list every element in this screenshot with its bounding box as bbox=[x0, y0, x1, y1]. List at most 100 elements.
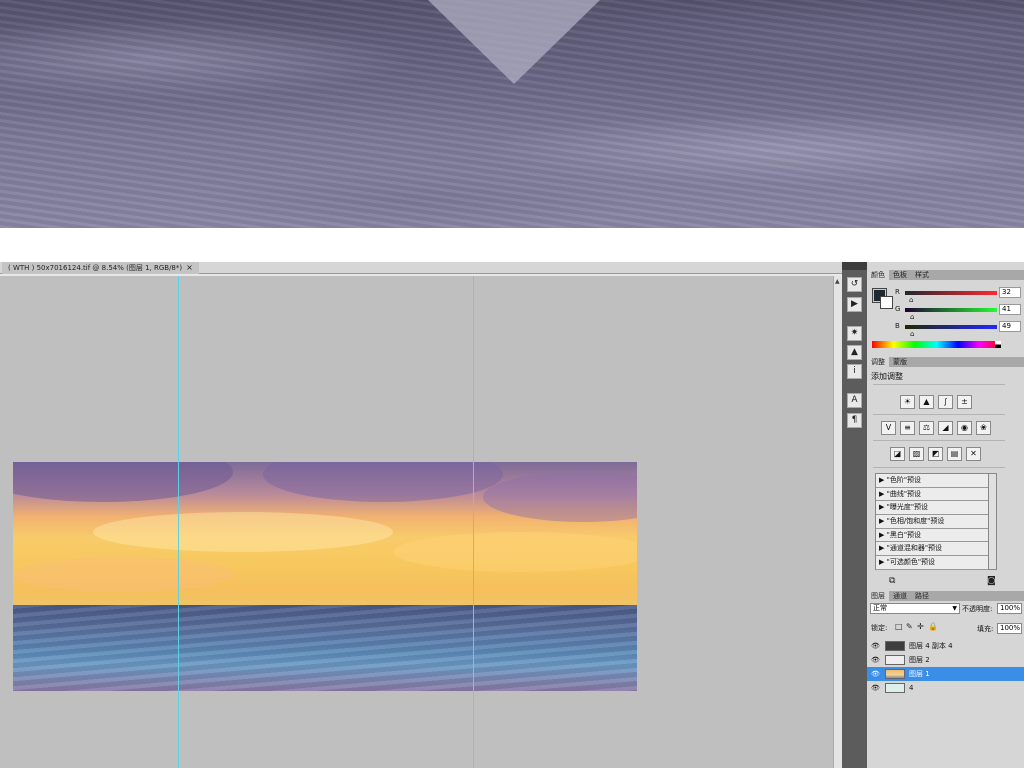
paragraph-icon[interactable]: ¶ bbox=[847, 413, 862, 428]
layer-name: 4 bbox=[909, 684, 914, 692]
preset-levels[interactable]: ▶ "色阶"预设 bbox=[876, 474, 988, 488]
fill-field[interactable]: 100% bbox=[997, 623, 1022, 634]
canvas-scrollbar[interactable]: ▲ bbox=[833, 276, 842, 768]
tab-color[interactable]: 颜色 bbox=[867, 270, 889, 280]
character-icon[interactable]: A bbox=[847, 393, 862, 408]
cloud-shape bbox=[263, 462, 503, 502]
blue-track[interactable] bbox=[905, 325, 997, 329]
close-icon[interactable]: × bbox=[186, 263, 193, 272]
right-panels: 颜色 色板 样式 R ⌂ 32 G ⌂ 41 B ⌂ 49 调整 蒙版 添加调整… bbox=[867, 262, 1024, 768]
green-track[interactable] bbox=[905, 308, 997, 312]
gradient-map-icon[interactable]: ▤ bbox=[947, 447, 962, 461]
document-tab[interactable]: ( WTH ) 50x7016124.tif @ 8.54% (图层 1, RG… bbox=[2, 262, 199, 274]
blue-value-field[interactable]: 49 bbox=[999, 321, 1021, 332]
vibrance-icon[interactable]: V bbox=[881, 421, 896, 435]
red-track[interactable] bbox=[905, 291, 997, 295]
black-white-icon[interactable]: ◢ bbox=[938, 421, 953, 435]
canvas-area[interactable] bbox=[0, 276, 833, 768]
guide-line[interactable] bbox=[473, 276, 474, 768]
lock-move-icon[interactable]: ✛ bbox=[917, 622, 924, 631]
selective-color-icon[interactable]: ✕ bbox=[966, 447, 981, 461]
green-label: G bbox=[895, 305, 901, 313]
lock-label: 锁定: bbox=[871, 624, 888, 632]
layer-row[interactable]: 👁 图层 2 bbox=[867, 653, 1024, 667]
tab-styles[interactable]: 样式 bbox=[911, 270, 933, 280]
layers-panel: 图层 通道 路径 正常 ▼ 不透明度: 100% 锁定: □ ✎ ✛ 🔒 填充:… bbox=[867, 591, 1024, 768]
opacity-field[interactable]: 100% bbox=[997, 603, 1022, 614]
slider-thumb-icon[interactable]: ⌂ bbox=[910, 330, 914, 338]
eye-icon[interactable]: 👁 bbox=[871, 667, 880, 681]
channel-mixer-icon[interactable]: ❀ bbox=[976, 421, 991, 435]
scroll-up-icon[interactable]: ▲ bbox=[835, 278, 840, 285]
preset-channel-mixer[interactable]: ▶ "通道混和器"预设 bbox=[876, 542, 988, 557]
green-value-field[interactable]: 41 bbox=[999, 304, 1021, 315]
exposure-icon[interactable]: ± bbox=[957, 395, 972, 409]
color-spectrum-bar[interactable] bbox=[872, 341, 1001, 348]
blend-mode-select[interactable]: 正常 ▼ bbox=[870, 603, 960, 614]
layer-row-selected[interactable]: 👁 图层 1 bbox=[867, 667, 1024, 681]
tab-layers[interactable]: 图层 bbox=[867, 591, 889, 601]
blue-slider[interactable]: B ⌂ 49 bbox=[895, 321, 1023, 338]
background-color-swatch[interactable] bbox=[880, 296, 893, 309]
layer-row[interactable]: 👁 图层 4 副本 4 bbox=[867, 639, 1024, 653]
actions-icon[interactable]: ▶ bbox=[847, 297, 862, 312]
eye-icon[interactable]: 👁 bbox=[871, 653, 880, 667]
green-slider[interactable]: G ⌂ 41 bbox=[895, 304, 1023, 321]
preset-hue-saturation[interactable]: ▶ "色相/饱和度"预设 bbox=[876, 515, 988, 529]
separator bbox=[873, 440, 1005, 441]
cloud-shape bbox=[13, 462, 233, 502]
slider-thumb-icon[interactable]: ⌂ bbox=[910, 313, 914, 321]
preview-banner-image bbox=[0, 0, 1024, 228]
photoshop-workspace: ( WTH ) 50x7016124.tif @ 8.54% (图层 1, RG… bbox=[0, 262, 1024, 768]
chevron-down-icon: ▼ bbox=[952, 605, 957, 612]
tab-paths[interactable]: 路径 bbox=[911, 591, 933, 601]
sunset-sea-image bbox=[13, 462, 637, 691]
tab-adjustments[interactable]: 调整 bbox=[867, 357, 889, 367]
preset-black-white[interactable]: ▶ "黑白"预设 bbox=[876, 529, 988, 543]
dock-header[interactable] bbox=[842, 262, 867, 270]
red-value-field[interactable]: 32 bbox=[999, 287, 1021, 298]
tab-channels[interactable]: 通道 bbox=[889, 591, 911, 601]
histogram-icon[interactable]: ▲ bbox=[847, 345, 862, 360]
brightness-icon[interactable]: ☀ bbox=[900, 395, 915, 409]
levels-icon[interactable]: ▲ bbox=[919, 395, 934, 409]
separator bbox=[873, 384, 1005, 385]
history-icon[interactable]: ↺ bbox=[847, 277, 862, 292]
presets-scrollbar[interactable] bbox=[989, 473, 997, 570]
photo-filter-icon[interactable]: ◉ bbox=[957, 421, 972, 435]
clip-icon[interactable]: ⧉ bbox=[889, 576, 895, 586]
blend-mode-value: 正常 bbox=[873, 604, 887, 612]
threshold-icon[interactable]: ◩ bbox=[928, 447, 943, 461]
preset-curves[interactable]: ▶ "曲线"预设 bbox=[876, 488, 988, 502]
layer-row[interactable]: 👁 4 bbox=[867, 681, 1024, 695]
lock-transparent-icon[interactable]: □ bbox=[895, 622, 903, 631]
red-slider[interactable]: R ⌂ 32 bbox=[895, 287, 1023, 304]
curves-icon[interactable]: ∫ bbox=[938, 395, 953, 409]
color-panel-tabs: 颜色 色板 样式 bbox=[867, 270, 1024, 280]
tab-masks[interactable]: 蒙版 bbox=[889, 357, 911, 367]
eye-icon[interactable]: 👁 bbox=[871, 681, 880, 695]
invert-icon[interactable]: ◪ bbox=[890, 447, 905, 461]
info-icon[interactable]: i bbox=[847, 364, 862, 379]
eye-icon[interactable]: 👁 bbox=[871, 639, 880, 653]
black-white-swatch[interactable] bbox=[995, 341, 1001, 348]
preset-exposure[interactable]: ▶ "曝光度"预设 bbox=[876, 501, 988, 516]
lock-all-icon[interactable]: 🔒 bbox=[928, 622, 938, 631]
panel-menu-icon[interactable]: ◙ bbox=[987, 576, 996, 586]
slider-thumb-icon[interactable]: ⌂ bbox=[909, 296, 913, 304]
guide-line[interactable] bbox=[178, 276, 179, 768]
layer-thumbnail bbox=[885, 655, 905, 665]
document-tab-title: ( WTH ) 50x7016124.tif @ 8.54% (图层 1, RG… bbox=[8, 264, 183, 272]
color-balance-icon[interactable]: ⚖ bbox=[919, 421, 934, 435]
tab-swatches[interactable]: 色板 bbox=[889, 270, 911, 280]
preset-label: "色相/饱和度"预设 bbox=[886, 517, 945, 526]
banner-triangle-shape bbox=[428, 0, 600, 84]
lock-paint-icon[interactable]: ✎ bbox=[906, 622, 913, 631]
cloud-shape bbox=[483, 472, 637, 522]
cloud-shape bbox=[393, 532, 637, 572]
posterize-icon[interactable]: ▨ bbox=[909, 447, 924, 461]
adjustments-panel-tabs: 调整 蒙版 bbox=[867, 357, 1024, 367]
navigator-icon[interactable]: ✷ bbox=[847, 326, 862, 341]
preset-selective-color[interactable]: ▶ "可选颜色"预设 bbox=[876, 556, 988, 570]
hue-saturation-icon[interactable]: ≡ bbox=[900, 421, 915, 435]
